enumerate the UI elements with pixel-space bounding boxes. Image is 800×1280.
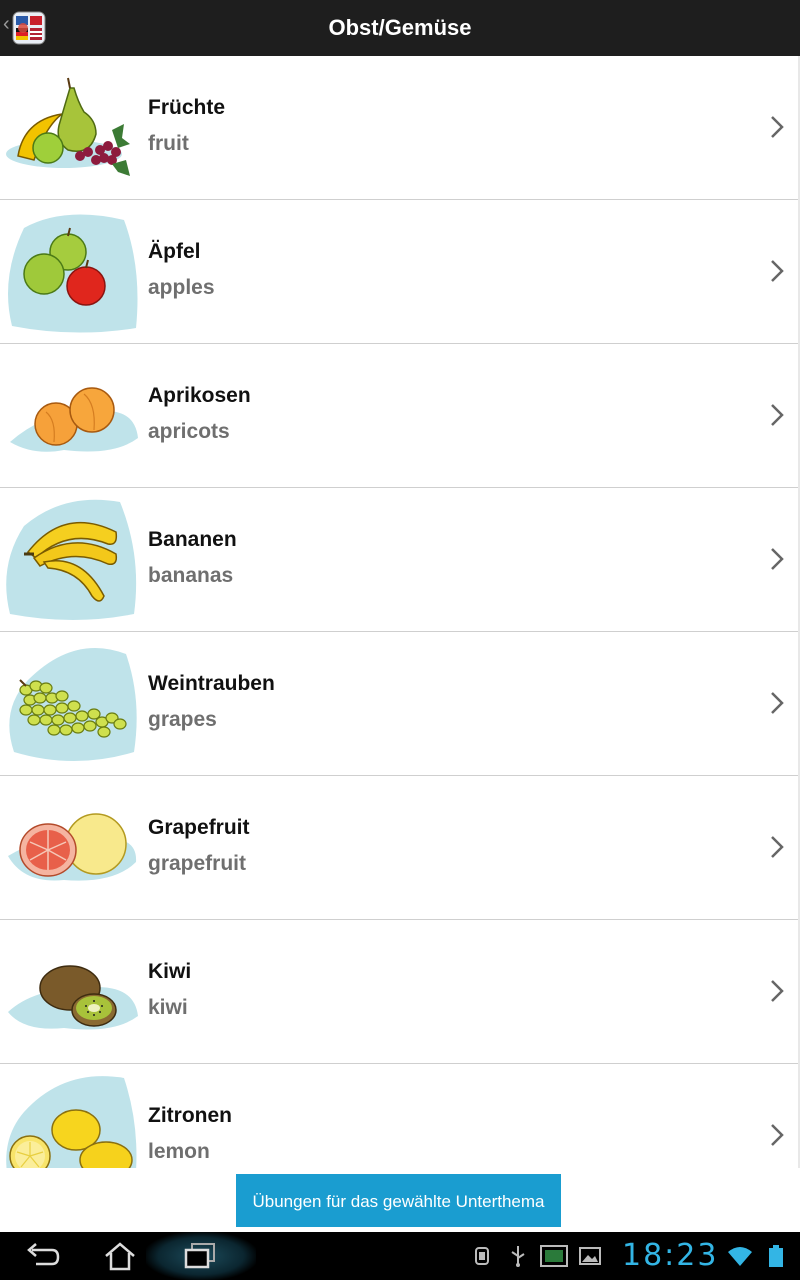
system-nav-bar: 18:23 (0, 1232, 800, 1280)
list-item-zitronen[interactable]: Zitronen lemon (0, 1064, 798, 1168)
list-item-bananen[interactable]: Bananen bananas (0, 488, 798, 632)
home-icon[interactable] (100, 1240, 140, 1272)
item-translation: grapefruit (148, 852, 247, 875)
list-item-aepfel[interactable]: Äpfel apples (0, 200, 798, 344)
chevron-right-icon (771, 548, 784, 570)
action-bar: ‹ Obst/Gemüse (0, 0, 800, 57)
item-title: Grapefruit (148, 816, 250, 839)
battery-icon (769, 1245, 783, 1267)
screenshot-icon (540, 1245, 568, 1267)
apricots-image (10, 387, 138, 452)
list-item-fruechte[interactable]: Früchte fruit (0, 56, 798, 200)
item-title: Bananen (148, 528, 237, 551)
page-title: Obst/Gemüse (328, 15, 472, 40)
apples-image (8, 214, 138, 333)
fruit-mix-image (6, 77, 130, 176)
kiwi-image (8, 965, 138, 1030)
chevron-right-icon (771, 1124, 784, 1146)
grapes-image (9, 647, 137, 761)
debug-icon (475, 1247, 489, 1265)
item-title: Kiwi (148, 960, 192, 983)
lemons-image (6, 1076, 137, 1168)
gallery-icon (579, 1247, 601, 1265)
usb-icon (511, 1246, 525, 1267)
item-title: Äpfel (148, 240, 201, 263)
chevron-right-icon (771, 260, 784, 282)
list-item-weintrauben[interactable]: Weintrauben grapes (0, 632, 798, 776)
chevron-right-icon (771, 116, 784, 138)
topic-list: Früchte fruit Äpfel apples Aprikosen apr… (0, 56, 800, 1168)
clock: 18:23 (622, 1238, 719, 1273)
item-translation: bananas (148, 564, 234, 587)
item-title: Zitronen (148, 1104, 232, 1127)
chevron-right-icon (771, 404, 784, 426)
item-translation: lemon (148, 1140, 210, 1163)
recent-apps-icon[interactable] (180, 1240, 220, 1272)
grapefruit-image (8, 813, 137, 881)
item-translation: fruit (148, 132, 189, 155)
item-translation: apricots (148, 420, 230, 443)
back-icon[interactable] (22, 1240, 62, 1272)
bananas-image (6, 499, 137, 620)
item-title: Aprikosen (148, 384, 251, 407)
list-item-aprikosen[interactable]: Aprikosen apricots (0, 344, 798, 488)
item-translation: grapes (148, 708, 217, 731)
chevron-right-icon (771, 836, 784, 858)
item-title: Früchte (148, 96, 226, 119)
item-translation: kiwi (148, 996, 188, 1019)
item-title: Weintrauben (148, 672, 275, 695)
chevron-right-icon (771, 980, 784, 1002)
list-item-grapefruit[interactable]: Grapefruit grapefruit (0, 776, 798, 920)
chevron-right-icon (771, 692, 784, 714)
item-translation: apples (148, 276, 215, 299)
list-item-kiwi[interactable]: Kiwi kiwi (0, 920, 798, 1064)
wifi-icon (728, 1247, 752, 1266)
exercises-button[interactable]: Übungen für das gewählte Unterthema (236, 1174, 561, 1227)
